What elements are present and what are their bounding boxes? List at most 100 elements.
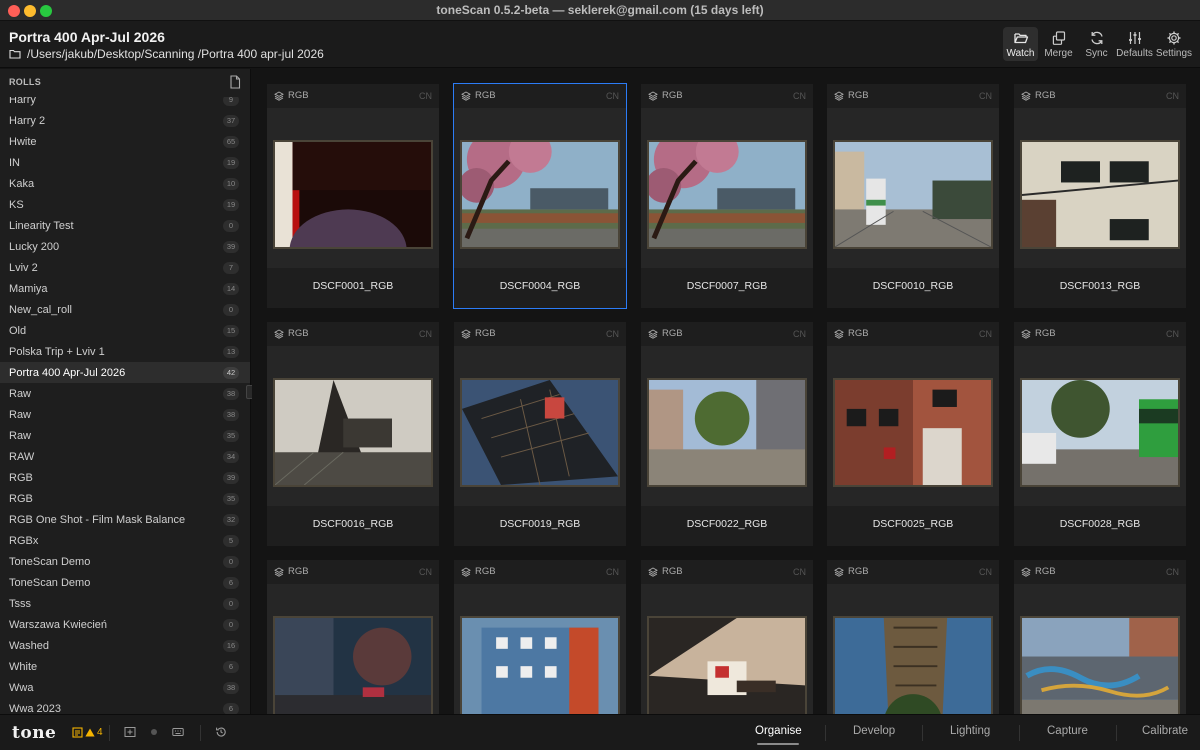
photo-thumbnail[interactable]: [460, 378, 620, 487]
roll-item[interactable]: Hwite 65: [0, 131, 250, 152]
roll-item[interactable]: RGB One Shot - Film Mask Balance 32: [0, 509, 250, 530]
photo-card[interactable]: RGB CN DSCF0028_RGB: [1014, 322, 1186, 546]
roll-item[interactable]: KS 19: [0, 194, 250, 215]
photo-card[interactable]: RGB CN: [827, 560, 999, 714]
roll-title: Portra 400 Apr-Jul 2026: [9, 29, 165, 45]
rgb-badge: RGB: [834, 328, 869, 339]
nav-lighting[interactable]: Lighting: [950, 725, 990, 737]
photo-card[interactable]: RGB CN: [641, 560, 813, 714]
photo-card[interactable]: RGB CN DSCF0010_RGB: [827, 84, 999, 308]
roll-item[interactable]: Old 15: [0, 320, 250, 341]
roll-item-label: New_cal_roll: [9, 303, 72, 316]
roll-path[interactable]: /Users/jakub/Desktop/Scanning /Portra 40…: [9, 47, 324, 61]
roll-item[interactable]: Harry 9: [0, 97, 250, 110]
merge-button[interactable]: Merge: [1042, 27, 1075, 61]
nav-organise[interactable]: Organise: [755, 725, 802, 737]
roll-item[interactable]: Wwa 38: [0, 677, 250, 698]
photo-thumbnail[interactable]: [273, 378, 433, 487]
photo-card[interactable]: RGB CN DSCF0007_RGB: [641, 84, 813, 308]
watch-button[interactable]: Watch: [1003, 27, 1038, 61]
card-header: RGB CN: [1014, 84, 1186, 108]
new-roll-icon[interactable]: [229, 75, 241, 89]
roll-item[interactable]: IN 19: [0, 152, 250, 173]
keyboard-icon[interactable]: [172, 726, 184, 738]
rgb-badge: RGB: [274, 90, 309, 101]
rolls-list[interactable]: Harry 9 Harry 2 37 Hwite 65 IN 19 Kaka 10 KS 19 Line…: [0, 97, 250, 714]
roll-item[interactable]: Wwa 2023 6: [0, 698, 250, 714]
photo-thumbnail[interactable]: [1020, 140, 1180, 249]
nav-develop[interactable]: Develop: [853, 725, 895, 737]
film-type-tag: CN: [979, 329, 992, 339]
add-frame-icon[interactable]: [124, 726, 136, 738]
sync-button[interactable]: Sync: [1081, 27, 1112, 61]
photo-card[interactable]: RGB CN DSCF0004_RGB: [453, 83, 627, 309]
photo-card[interactable]: RGB CN DSCF0022_RGB: [641, 322, 813, 546]
nav-divider: [1116, 725, 1117, 741]
photo-thumbnail[interactable]: [1020, 378, 1180, 487]
roll-item[interactable]: RGBx 5: [0, 530, 250, 551]
roll-item[interactable]: Raw 38: [0, 404, 250, 425]
photo-filename: DSCF0028_RGB: [1059, 518, 1141, 530]
roll-item[interactable]: Portra 400 Apr-Jul 2026 42: [0, 362, 250, 383]
nav-capture[interactable]: Capture: [1047, 725, 1088, 737]
roll-item-count: 6: [223, 660, 239, 673]
roll-item-label: IN: [9, 156, 20, 169]
layers-icon: [274, 90, 284, 101]
defaults-button[interactable]: Defaults: [1116, 27, 1153, 61]
roll-item-count: 42: [223, 366, 239, 379]
photo-thumbnail[interactable]: [833, 616, 993, 714]
photo-thumbnail[interactable]: [647, 378, 807, 487]
settings-button[interactable]: Settings: [1155, 27, 1193, 61]
roll-item[interactable]: ToneScan Demo 0: [0, 551, 250, 572]
photo-thumbnail[interactable]: [833, 378, 993, 487]
photo-thumbnail[interactable]: [273, 616, 433, 714]
roll-item[interactable]: Harry 2 37: [0, 110, 250, 131]
photo-card[interactable]: RGB CN DSCF0001_RGB: [267, 84, 439, 308]
photo-thumbnail[interactable]: [460, 140, 620, 249]
photo-thumbnail[interactable]: [273, 140, 433, 249]
photo-card[interactable]: RGB CN DSCF0019_RGB: [454, 322, 626, 546]
photo-thumbnail[interactable]: [647, 616, 807, 714]
refresh-icon: [1090, 31, 1103, 45]
photo-thumbnail[interactable]: [460, 616, 620, 714]
roll-item-label: Lucky 200: [9, 240, 60, 253]
layers-icon: [648, 328, 658, 339]
roll-item-label: Harry: [9, 97, 36, 106]
roll-item[interactable]: New_cal_roll 0: [0, 299, 250, 320]
roll-item[interactable]: Kaka 10: [0, 173, 250, 194]
roll-item[interactable]: Tsss 0: [0, 593, 250, 614]
photo-thumbnail[interactable]: [647, 140, 807, 249]
photo-thumbnail[interactable]: [833, 140, 993, 249]
roll-item-label: Lviv 2: [9, 261, 38, 274]
roll-item[interactable]: Warszawa Kwiecień 0: [0, 614, 250, 635]
roll-item[interactable]: Polska Trip + Lviv 1 13: [0, 341, 250, 362]
roll-item[interactable]: Lviv 2 7: [0, 257, 250, 278]
roll-item[interactable]: RGB 39: [0, 467, 250, 488]
photo-card[interactable]: RGB CN: [454, 560, 626, 714]
warnings-indicator[interactable]: 4: [72, 727, 103, 738]
photo-card[interactable]: RGB CN DSCF0013_RGB: [1014, 84, 1186, 308]
roll-item[interactable]: RGB 35: [0, 488, 250, 509]
roll-item[interactable]: RAW 34: [0, 446, 250, 467]
photo-card[interactable]: RGB CN: [1014, 560, 1186, 714]
sliders-icon: [1128, 32, 1141, 44]
roll-item[interactable]: Mamiya 14: [0, 278, 250, 299]
roll-item[interactable]: Linearity Test 0: [0, 215, 250, 236]
roll-item[interactable]: ToneScan Demo 6: [0, 572, 250, 593]
photo-filename: DSCF0019_RGB: [499, 518, 581, 530]
photo-filename: DSCF0022_RGB: [686, 518, 768, 530]
photo-card[interactable]: RGB CN: [267, 560, 439, 714]
roll-item[interactable]: White 6: [0, 656, 250, 677]
roll-item[interactable]: Lucky 200 39: [0, 236, 250, 257]
roll-item-count: 9: [223, 97, 239, 106]
roll-item[interactable]: Raw 35: [0, 425, 250, 446]
nav-calibrate[interactable]: Calibrate: [1142, 725, 1188, 737]
roll-item[interactable]: Raw 38: [0, 383, 250, 404]
photo-card[interactable]: RGB CN DSCF0025_RGB: [827, 322, 999, 546]
history-icon[interactable]: [215, 726, 227, 738]
roll-item[interactable]: Washed 16: [0, 635, 250, 656]
photo-thumbnail[interactable]: [1020, 616, 1180, 714]
card-header: RGB CN: [267, 560, 439, 584]
photo-card[interactable]: RGB CN DSCF0016_RGB: [267, 322, 439, 546]
thumbnail-grid[interactable]: RGB CN DSCF0001_RGB RGB CN DSCF0004_RGB RGB CN D…: [252, 69, 1200, 714]
